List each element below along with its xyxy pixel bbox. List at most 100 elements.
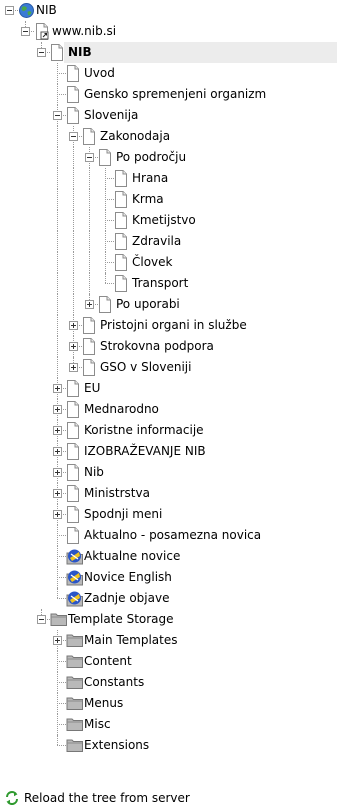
tree-node[interactable]: Extensions	[0, 735, 337, 756]
expand-icon[interactable]	[53, 468, 62, 477]
page-icon[interactable]	[66, 527, 83, 544]
tree-node-label[interactable]: Uvod	[84, 66, 115, 81]
tree-node[interactable]: Krma	[0, 189, 337, 210]
tree-node[interactable]: Hrana	[0, 168, 337, 189]
expand-icon[interactable]	[53, 510, 62, 519]
page-icon[interactable]	[82, 128, 99, 145]
tree-node[interactable]: Pristojni organi in službe	[0, 315, 337, 336]
page-icon[interactable]	[114, 170, 131, 187]
tree-node-label[interactable]: Constants	[84, 675, 144, 690]
collapse-icon[interactable]	[85, 153, 94, 162]
tree-node-label[interactable]: NIB	[36, 3, 57, 18]
page-icon[interactable]	[66, 485, 83, 502]
page-icon[interactable]	[82, 359, 99, 376]
page-icon[interactable]	[66, 380, 83, 397]
tree-node-label[interactable]: Človek	[132, 255, 173, 270]
tree-node-label[interactable]: Zakonodaja	[100, 129, 170, 144]
page-icon[interactable]	[82, 317, 99, 334]
folder-icon[interactable]	[66, 716, 83, 733]
tree-node[interactable]: Novice English	[0, 567, 337, 588]
tree-node-label[interactable]: Po uporabi	[116, 297, 180, 312]
page-icon[interactable]	[66, 401, 83, 418]
expand-icon[interactable]	[53, 636, 62, 645]
globe-icon[interactable]	[18, 2, 35, 19]
tree-node[interactable]: Spodnji meni	[0, 504, 337, 525]
collapse-icon[interactable]	[69, 132, 78, 141]
tree-node[interactable]: www.nib.si	[0, 21, 337, 42]
tree-node-label[interactable]: Template Storage	[68, 612, 174, 627]
page-icon[interactable]	[66, 506, 83, 523]
page-icon[interactable]	[66, 443, 83, 460]
tree-node[interactable]: IZOBRAŽEVANJE NIB	[0, 441, 337, 462]
tree-node-label[interactable]: Nib	[84, 465, 104, 480]
expand-icon[interactable]	[53, 447, 62, 456]
expand-icon[interactable]	[53, 405, 62, 414]
tree-node-label[interactable]: Strokovna podpora	[100, 339, 214, 354]
expand-icon[interactable]	[53, 384, 62, 393]
tree-node[interactable]: Constants	[0, 672, 337, 693]
tree-node-label[interactable]: Koristne informacije	[84, 423, 204, 438]
page-icon[interactable]	[98, 296, 115, 313]
expand-icon[interactable]	[69, 342, 78, 351]
tree-node-label[interactable]: Krma	[132, 192, 164, 207]
collapse-icon[interactable]	[21, 27, 30, 36]
tree-node[interactable]: Slovenija	[0, 105, 337, 126]
page-icon[interactable]	[114, 191, 131, 208]
tree-node-label[interactable]: Hrana	[132, 171, 168, 186]
tree-node[interactable]: Zadnje objave	[0, 588, 337, 609]
tree-node[interactable]: Menus	[0, 693, 337, 714]
expand-icon[interactable]	[85, 300, 94, 309]
tree-node[interactable]: Transport	[0, 273, 337, 294]
tree-node[interactable]: Main Templates	[0, 630, 337, 651]
expand-icon[interactable]	[53, 426, 62, 435]
folder-icon[interactable]	[66, 695, 83, 712]
page-icon[interactable]	[114, 233, 131, 250]
tree-node[interactable]: EU	[0, 378, 337, 399]
folder-icon[interactable]	[66, 674, 83, 691]
tree-node-label[interactable]: Aktualne novice	[84, 549, 180, 564]
reload-tree-link[interactable]: Reload the tree from server	[0, 789, 337, 809]
tree-node-label[interactable]: Slovenija	[84, 108, 138, 123]
tree-node-label[interactable]: Transport	[132, 276, 188, 291]
tree-node[interactable]: Strokovna podpora	[0, 336, 337, 357]
folder-icon[interactable]	[66, 737, 83, 754]
tree-node-label[interactable]: Misc	[84, 717, 111, 732]
page-icon[interactable]	[66, 422, 83, 439]
tree-node-label[interactable]: Extensions	[84, 738, 149, 753]
tree-node[interactable]: Zdravila	[0, 231, 337, 252]
tree-node-label[interactable]: Po področju	[116, 150, 186, 165]
page-icon[interactable]	[114, 254, 131, 271]
tree-node-label[interactable]: EU	[84, 381, 100, 396]
page-icon[interactable]	[82, 338, 99, 355]
tree-node[interactable]: Aktualno - posamezna novica	[0, 525, 337, 546]
tree-node-label[interactable]: Zdravila	[132, 234, 181, 249]
tree-node[interactable]: Človek	[0, 252, 337, 273]
tree-node-label[interactable]: Spodnji meni	[84, 507, 162, 522]
tree-node-label[interactable]: Novice English	[84, 570, 172, 585]
tree-node[interactable]: Mednarodno	[0, 399, 337, 420]
tree-node[interactable]: Nib	[0, 462, 337, 483]
tree-node-label[interactable]: Zadnje objave	[84, 591, 169, 606]
page-icon[interactable]	[66, 86, 83, 103]
tree-node-label[interactable]: Kmetijstvo	[132, 213, 196, 228]
tree-node[interactable]: Po področju	[0, 147, 337, 168]
tree-node[interactable]: GSO v Sloveniji	[0, 357, 337, 378]
tree-node-label[interactable]: Menus	[84, 696, 123, 711]
tree-node[interactable]: Koristne informacije	[0, 420, 337, 441]
tree-node-label[interactable]: Ministrstva	[84, 486, 150, 501]
tree-node-label[interactable]: Content	[84, 654, 132, 669]
folder-icon[interactable]	[66, 632, 83, 649]
tree-node-label[interactable]: NIB	[68, 45, 92, 60]
page-icon[interactable]	[66, 65, 83, 82]
tree-node[interactable]: Template Storage	[0, 609, 337, 630]
tree-node-label[interactable]: Aktualno - posamezna novica	[84, 528, 261, 543]
tree-node-label[interactable]: Gensko spremenjeni organizm	[84, 87, 266, 102]
folder-icon[interactable]	[50, 611, 67, 628]
tree-node[interactable]: Misc	[0, 714, 337, 735]
page-icon[interactable]	[98, 149, 115, 166]
tree-node[interactable]: Content	[0, 651, 337, 672]
collapse-icon[interactable]	[37, 48, 46, 57]
tree-node[interactable]: Aktualne novice	[0, 546, 337, 567]
tree-node[interactable]: NIB	[0, 42, 337, 63]
page-icon[interactable]	[114, 212, 131, 229]
